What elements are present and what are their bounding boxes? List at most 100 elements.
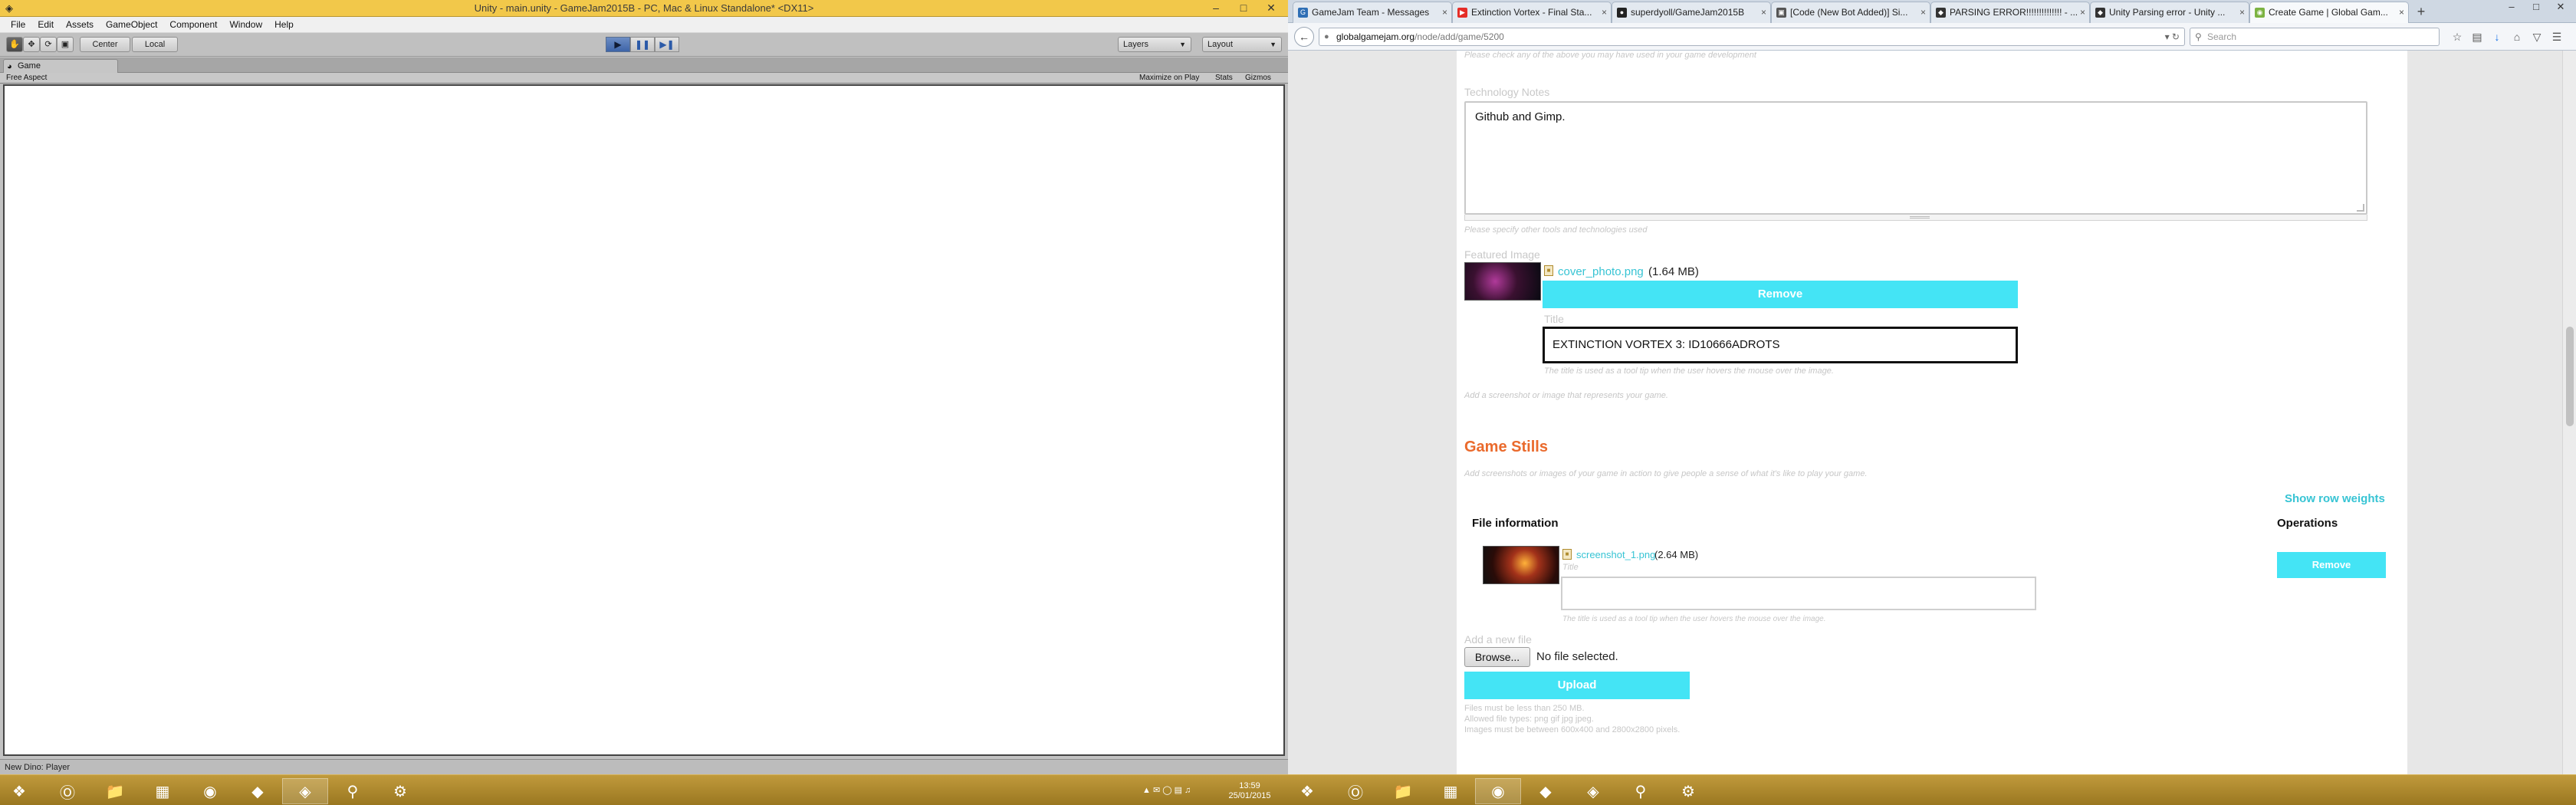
gizmos-dropdown[interactable]: Gizmos (1245, 73, 1271, 84)
tool-icon[interactable]: ⚙ (1665, 778, 1711, 804)
layout-label: Layout (1208, 40, 1234, 49)
menu-icon[interactable]: ☰ (2547, 28, 2567, 46)
close-icon[interactable]: × (2399, 2, 2404, 22)
search-app-icon[interactable]: ⚲ (1618, 778, 1664, 804)
firefox-icon[interactable]: ◉ (187, 778, 233, 804)
close-icon[interactable]: × (1602, 2, 1607, 22)
tech-notes-textarea[interactable]: Github and Gimp. (1464, 101, 2367, 215)
download-icon[interactable]: ↓ (2487, 28, 2507, 46)
resize-grip-icon[interactable] (2357, 204, 2364, 212)
pause-icon[interactable]: ❚❚ (630, 37, 655, 52)
layout-dropdown[interactable]: Layout ▼ (1202, 37, 1282, 52)
taskbar-left: ❖ Ⓞ 📁 ▦ ◉ ◆ ◈ ⚲ ⚙ ▲ ✉ ◯ ▤ ♫ 13:59 25/01/… (0, 774, 1288, 805)
firefox-icon[interactable]: ◉ (1475, 778, 1521, 804)
step-icon[interactable]: ▶❚ (655, 37, 679, 52)
still-file-link[interactable]: screenshot_1.png (1576, 549, 1655, 560)
menu-window[interactable]: Window (223, 17, 268, 32)
upload-button[interactable]: Upload (1464, 672, 1690, 699)
menu-assets[interactable]: Assets (60, 17, 100, 32)
play-controls: ▶ ❚❚ ▶❚ (606, 37, 679, 52)
unity-window: ◈ Unity - main.unity - GameJam2015B - PC… (0, 0, 1288, 805)
menu-edit[interactable]: Edit (31, 17, 60, 32)
close-icon[interactable]: × (2239, 2, 2245, 22)
featured-title-input[interactable]: EXTINCTION VORTEX 3: ID10666ADROTS (1543, 327, 2018, 363)
hand-tool-icon[interactable]: ✋ (6, 37, 23, 52)
chevron-down-icon: ▼ (1270, 41, 1276, 48)
restore-icon[interactable]: □ (2524, 0, 2548, 14)
start-icon[interactable]: ❖ (1288, 778, 1326, 804)
play-icon[interactable]: ▶ (606, 37, 630, 52)
close-icon[interactable]: × (1921, 2, 1926, 22)
ggj-icon: ◉ (2255, 8, 2265, 18)
still-file-size: (2.64 MB) (1654, 549, 1699, 560)
git-icon[interactable]: ◆ (1523, 778, 1569, 804)
tab-code[interactable]: ▣ [Code (New Bot Added)] Si... × (1771, 2, 1930, 23)
unity-icon: ◆ (1936, 8, 1946, 18)
tab-github[interactable]: ● superdyoll/GameJam2015B × (1612, 2, 1771, 23)
scrollbar-thumb[interactable] (2566, 327, 2574, 426)
search-box[interactable]: ⚲ Search (2190, 28, 2440, 46)
textarea-resize-handle[interactable] (1464, 215, 2367, 221)
menu-component[interactable]: Component (163, 17, 223, 32)
close-icon[interactable]: × (1761, 2, 1766, 22)
still-thumbnail (1483, 546, 1559, 584)
bookmark-star-icon[interactable]: ☆ (2447, 28, 2467, 46)
still-title-input[interactable] (1561, 577, 2036, 610)
search-app-icon[interactable]: ⚲ (330, 778, 376, 804)
menu-file[interactable]: File (5, 17, 31, 32)
scale-tool-icon[interactable]: ▣ (57, 37, 74, 52)
tab-parsing-error[interactable]: ◆ PARSING ERROR!!!!!!!!!!!!!! - ... × (1930, 2, 2090, 23)
show-row-weights-link[interactable]: Show row weights (2285, 492, 2385, 505)
stats-toggle[interactable]: Stats (1215, 73, 1233, 84)
pocket-icon[interactable]: ▽ (2527, 28, 2547, 46)
reading-list-icon[interactable]: ▤ (2467, 28, 2487, 46)
featured-remove-button[interactable]: Remove (1543, 281, 2018, 308)
move-tool-icon[interactable]: ✥ (23, 37, 40, 52)
tab-gamejam-messages[interactable]: G GameJam Team - Messages × (1293, 2, 1452, 23)
pivot-center-button[interactable]: Center (80, 37, 130, 52)
layers-dropdown[interactable]: Layers ▼ (1118, 37, 1191, 52)
start-icon[interactable]: ❖ (0, 778, 38, 804)
ie-icon[interactable]: Ⓞ (1332, 778, 1378, 804)
tab-create-game[interactable]: ◉ Create Game | Global Gam... × (2249, 2, 2409, 23)
reload-icon[interactable]: ▾ ↻ (2165, 28, 2180, 45)
scrollbar[interactable] (2562, 51, 2576, 774)
maximize-button[interactable]: □ (1230, 0, 1257, 15)
tab-unity-parsing[interactable]: ◆ Unity Parsing error - Unity ... × (2090, 2, 2249, 23)
tool-icon[interactable]: ⚙ (377, 778, 423, 804)
pivot-local-button[interactable]: Local (132, 37, 178, 52)
close-window-icon[interactable]: ✕ (2548, 0, 2573, 14)
still-remove-button[interactable]: Remove (2277, 552, 2386, 578)
ie-icon[interactable]: Ⓞ (44, 778, 90, 804)
explorer-icon[interactable]: 📁 (92, 778, 138, 804)
rotate-tool-icon[interactable]: ⟳ (40, 37, 57, 52)
image-file-icon: ■ (1544, 265, 1553, 276)
url-bar[interactable]: ● globalgamejam.org/node/add/game/5200 ▾… (1319, 28, 2185, 46)
git-icon[interactable]: ◆ (235, 778, 281, 804)
maximize-on-play-toggle[interactable]: Maximize on Play (1139, 73, 1199, 84)
close-icon[interactable]: × (2080, 2, 2085, 22)
explorer-icon[interactable]: 📁 (1380, 778, 1426, 804)
close-button[interactable]: ✕ (1257, 0, 1285, 15)
browse-button[interactable]: Browse... (1464, 647, 1530, 667)
menu-gameobject[interactable]: GameObject (100, 17, 163, 32)
new-tab-icon[interactable]: + (2412, 3, 2430, 20)
excel-icon[interactable]: ▦ (1428, 778, 1474, 804)
minimize-icon[interactable]: – (2499, 0, 2524, 14)
minimize-button[interactable]: – (1202, 0, 1230, 15)
firefox-window: G GameJam Team - Messages × ▶ Extinction… (1288, 0, 2576, 805)
unity-taskbar-icon[interactable]: ◈ (282, 778, 328, 804)
menu-help[interactable]: Help (268, 17, 300, 32)
home-icon[interactable]: ⌂ (2507, 28, 2527, 46)
aspect-dropdown[interactable]: Free Aspect (6, 73, 47, 84)
featured-file-link[interactable]: cover_photo.png (1558, 265, 1644, 278)
game-view[interactable] (3, 84, 1285, 756)
back-button[interactable]: ← (1294, 27, 1314, 47)
featured-image-hint: Add a screenshot or image that represent… (1464, 391, 1668, 400)
excel-icon[interactable]: ▦ (140, 778, 186, 804)
tab-label: Create Game | Global Gam... (2269, 7, 2388, 18)
unity-taskbar-icon[interactable]: ◈ (1570, 778, 1616, 804)
close-icon[interactable]: × (1442, 2, 1447, 22)
tab-youtube[interactable]: ▶ Extinction Vortex - Final Sta... × (1452, 2, 1612, 23)
game-tab[interactable]: ◕ Game (3, 59, 118, 73)
